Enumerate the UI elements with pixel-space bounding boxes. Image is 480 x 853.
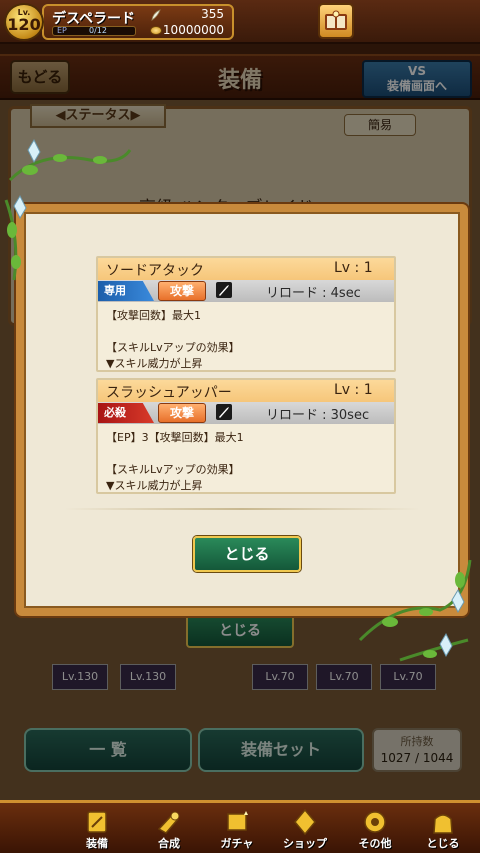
skill-type-tag: 専用 (98, 281, 154, 301)
level-badge: Lv. 120 (4, 3, 44, 41)
nav-item-close[interactable]: とじる (412, 803, 474, 853)
gold-coin-icon (150, 26, 162, 35)
skill-effect: 【EP】3【攻撃回数】最大1 (106, 431, 244, 444)
reload-time: リロード : 30sec (266, 408, 370, 423)
attack-tag: 攻撃 (158, 403, 206, 423)
skill-level: Lv : 1 (334, 382, 373, 398)
sword-icon (216, 282, 232, 298)
ep-value: 0/12 (89, 26, 107, 35)
nav-item-gacha[interactable]: ガチャ (206, 803, 268, 853)
feather-icon (151, 9, 161, 21)
nav-label: とじる (426, 837, 460, 850)
close-bag-icon (433, 814, 453, 834)
attack-tag: 攻撃 (158, 281, 206, 301)
modal-divider (64, 508, 420, 510)
player-name: デスペラード (52, 11, 136, 27)
skill-description: 【EP】3【攻撃回数】最大1 【スキルLvアップの効果】 ▼スキル威力が上昇 (106, 430, 390, 494)
skill-description: 【攻撃回数】最大1 【スキルLvアップの効果】 ▼スキル威力が上昇 (106, 308, 390, 372)
skill-lvup-effect: ▼スキル威力が上昇 (106, 479, 203, 492)
skill-lvup-title: 【スキルLvアップの効果】 (106, 341, 240, 354)
skill-tag-row: 専用 攻撃 リロード : 4sec (98, 280, 394, 302)
feather-count: 355 (201, 7, 224, 21)
gold-count: 10000000 (162, 23, 224, 37)
ep-label: EP (57, 26, 67, 35)
skill-type-tag: 必殺 (98, 403, 154, 423)
nav-item-synthesis[interactable]: 合成 (138, 803, 200, 853)
reload-time: リロード : 4sec (266, 286, 361, 301)
nav-label: 装備 (86, 837, 108, 850)
skill-effect: 【攻撃回数】最大1 (106, 309, 201, 322)
nav-item-shop[interactable]: ショップ (274, 803, 336, 853)
skill-name: ソードアタック (106, 263, 204, 279)
nav-label: その他 (358, 837, 392, 850)
nav-item-equip[interactable]: 装備 (66, 803, 128, 853)
modal-close-button[interactable]: とじる (193, 536, 301, 572)
shop-icon (294, 808, 316, 836)
player-panel: デスペラード EP 0/12 355 10000000 (42, 4, 234, 40)
gacha-icon (227, 811, 248, 831)
synthesis-icon (157, 811, 180, 834)
book-icon (325, 10, 347, 30)
skill-header: ソードアタック Lv : 1 (98, 258, 394, 280)
skill-name: スラッシュアッパー (106, 385, 232, 401)
gear-icon (364, 811, 386, 833)
nav-label: ガチャ (220, 837, 254, 850)
sword-icon (216, 404, 232, 420)
book-button[interactable] (318, 3, 354, 39)
nav-item-other[interactable]: その他 (344, 803, 406, 853)
level-value: 120 (7, 15, 41, 34)
skill-level: Lv : 1 (334, 260, 373, 276)
skill-header: スラッシュアッパー Lv : 1 (98, 380, 394, 402)
nav-label: ショップ (283, 837, 327, 850)
top-status-bar: デスペラード EP 0/12 355 10000000 Lv. 120 (0, 0, 480, 44)
bottom-navigation: 装備 合成 ガチャ ショップ その他 とじる (0, 800, 480, 853)
skill-lvup-effect: ▼スキル威力が上昇 (106, 357, 203, 370)
ep-bar: EP 0/12 (52, 26, 136, 36)
skill-card: ソードアタック Lv : 1 専用 攻撃 リロード : 4sec 【攻撃回数】最… (96, 256, 396, 372)
skill-info-modal: ソードアタック Lv : 1 専用 攻撃 リロード : 4sec 【攻撃回数】最… (16, 204, 468, 616)
nav-label: 合成 (158, 837, 180, 850)
skill-card: スラッシュアッパー Lv : 1 必殺 攻撃 リロード : 30sec 【EP】… (96, 378, 396, 494)
equip-icon (87, 811, 107, 833)
skill-lvup-title: 【スキルLvアップの効果】 (106, 463, 240, 476)
skill-tag-row: 必殺 攻撃 リロード : 30sec (98, 402, 394, 424)
